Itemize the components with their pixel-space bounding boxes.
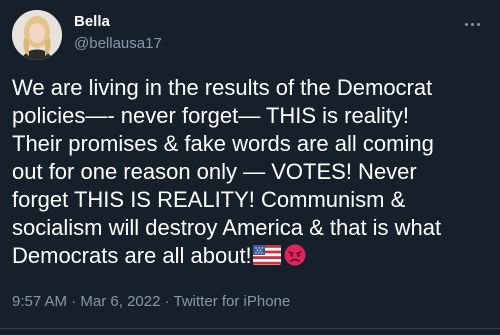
tweet-card: Bella @bellausa17 We are living in the r… <box>0 0 500 335</box>
meta-separator: · <box>164 293 170 310</box>
tweet-meta: 9:57 AM · Mar 6, 2022 · Twitter for iPho… <box>12 292 290 312</box>
tweet-text: We are living in the results of the Demo… <box>12 74 490 270</box>
tweet-text-line: out for one reason only — VOTES! Never <box>12 159 417 184</box>
divider <box>0 328 500 329</box>
more-options-icon[interactable] <box>460 16 484 32</box>
tweet-text-line: forget THIS IS REALITY! Communism & <box>12 187 406 212</box>
tweet-time[interactable]: 9:57 AM <box>12 293 67 310</box>
us-flag-icon <box>252 245 281 265</box>
tweet-header: Bella @bellausa17 <box>12 10 488 62</box>
avatar[interactable] <box>12 10 62 60</box>
tweet-text-line: We are living in the results of the Demo… <box>12 75 433 100</box>
author-names: Bella @bellausa17 <box>74 12 162 54</box>
angry-face-icon <box>284 244 306 266</box>
author-handle[interactable]: @bellausa17 <box>74 34 162 54</box>
tweet-text-line: Democrats are all about! <box>12 243 252 268</box>
author-display-name[interactable]: Bella <box>74 12 162 32</box>
avatar-photo-icon <box>12 10 62 60</box>
tweet-text-line: socialism will destroy America & that is… <box>12 215 442 240</box>
tweet-source[interactable]: Twitter for iPhone <box>174 293 291 310</box>
tweet-date[interactable]: Mar 6, 2022 <box>80 293 160 310</box>
tweet-text-line: policies—- never forget— THIS is reality… <box>12 103 409 128</box>
meta-separator: · <box>71 293 77 310</box>
tweet-text-line: Their promises & fake words are all comi… <box>12 131 434 156</box>
